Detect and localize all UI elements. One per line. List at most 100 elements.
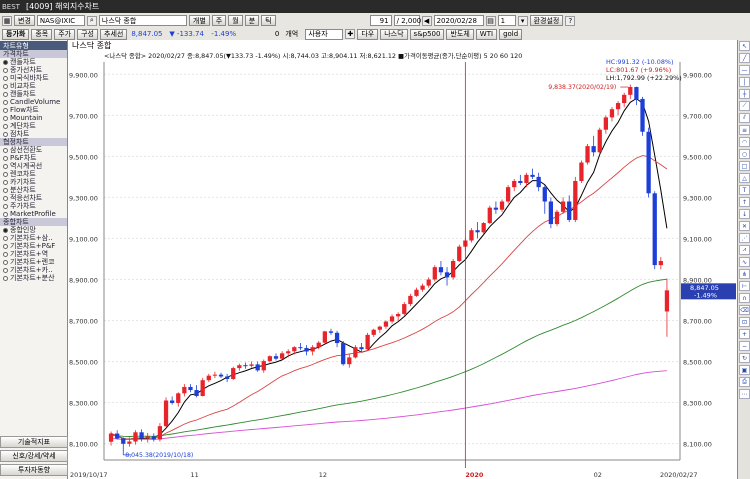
more-tool-icon[interactable]: ⋯ (739, 389, 750, 399)
radio-icon[interactable] (3, 203, 8, 209)
radio-icon[interactable] (3, 75, 8, 81)
magnet-tool-icon[interactable]: ∩ (739, 293, 750, 303)
chart-type-item[interactable]: 분산차트 (0, 186, 67, 194)
quick-semiconductor[interactable]: 반도체 (446, 28, 474, 40)
chart-type-item[interactable]: MarketProfile (0, 210, 67, 218)
chevron-down-icon[interactable]: ▾ (517, 15, 528, 26)
radio-icon[interactable] (3, 275, 8, 281)
radio-icon[interactable] (3, 171, 8, 177)
pointer-tool-icon[interactable]: ↖ (739, 41, 750, 51)
lock-input[interactable]: 1 (497, 15, 516, 26)
radio-icon[interactable] (3, 267, 8, 273)
vline-tool-icon[interactable]: │ (739, 77, 750, 87)
chart-type-item[interactable]: 종가선차트 (0, 66, 67, 74)
text-tool-icon[interactable]: T (739, 185, 750, 195)
tab-tick[interactable]: 틱 (261, 15, 276, 26)
chart-type-item[interactable]: Mountain (0, 114, 67, 122)
quick-dow[interactable]: 다우 (357, 28, 379, 40)
chart-type-item[interactable]: 기본차트+카.. (0, 266, 67, 274)
chart-type-item[interactable]: 기본차트+역 (0, 250, 67, 258)
line-tool-icon[interactable]: ╱ (739, 53, 750, 63)
quick-gold[interactable]: gold (499, 28, 523, 40)
chart-type-item[interactable]: 점차트 (0, 130, 67, 138)
radio-icon[interactable] (3, 163, 8, 169)
triangle-tool-icon[interactable]: △ (739, 173, 750, 183)
individual-button[interactable]: 개별 (188, 15, 210, 26)
tab-week[interactable]: 주 (211, 15, 227, 26)
candlestick-chart[interactable]: <나스닥 종합> 2020/02/27 종:8,847.05(▼133.73 -… (68, 50, 737, 479)
radio-icon[interactable] (3, 227, 8, 233)
arc-tool-icon[interactable]: ◠ (739, 137, 750, 147)
chart-type-item[interactable]: 렌코차트 (0, 170, 67, 178)
speed-tool-icon[interactable]: ⋰ (739, 233, 750, 243)
channel-tool-icon[interactable]: ⫽ (739, 113, 750, 123)
radio-icon[interactable] (3, 211, 8, 217)
gann-tool-icon[interactable]: ✕ (739, 221, 750, 231)
radio-icon[interactable] (3, 147, 8, 153)
chart-type-item[interactable]: 기본차트+분산 (0, 274, 67, 282)
quick-nasdaq[interactable]: 나스닥 (380, 28, 408, 40)
chart-type-item[interactable]: 캔들차트 (0, 90, 67, 98)
save-tool-icon[interactable]: ▣ (739, 365, 750, 375)
radio-icon[interactable] (3, 235, 8, 241)
calendar-icon[interactable]: ▤ (485, 15, 496, 26)
circle-tool-icon[interactable]: ○ (739, 149, 750, 159)
radio-icon[interactable] (3, 107, 8, 113)
price-button[interactable]: 주가 (54, 28, 76, 40)
chart-type-item[interactable]: 계단차트 (0, 122, 67, 130)
eraser-tool-icon[interactable]: ⌫ (739, 305, 750, 315)
stock-button[interactable]: 종목 (31, 28, 53, 40)
zoom-in-tool-icon[interactable]: + (739, 329, 750, 339)
chart-type-item[interactable]: 미국식바차트 (0, 74, 67, 82)
chart-type-item[interactable]: 적응선차트 (0, 194, 67, 202)
question-icon[interactable]: ? (565, 15, 576, 26)
chart-type-item[interactable]: 기본차트+P&F (0, 242, 67, 250)
chart-type-item[interactable]: 기본차트+렌코 (0, 258, 67, 266)
chart-type-item[interactable]: Flow차트 (0, 106, 67, 114)
radio-icon[interactable] (3, 187, 8, 193)
radio-icon[interactable] (3, 243, 8, 249)
date-input[interactable]: 2020/02/28 (433, 15, 484, 26)
radio-icon[interactable] (3, 91, 8, 97)
radio-icon[interactable] (3, 195, 8, 201)
grid-icon[interactable]: ▦ (2, 15, 12, 26)
ruler-tool-icon[interactable]: ⊢ (739, 281, 750, 291)
signal-button[interactable]: 신호/강세/약세 (0, 450, 68, 462)
radio-icon[interactable] (3, 179, 8, 185)
tab-month[interactable]: 월 (228, 15, 243, 26)
zoom-out-tool-icon[interactable]: − (739, 341, 750, 351)
arrow-down-tool-icon[interactable]: ↓ (739, 209, 750, 219)
tab-minute[interactable]: 분 (244, 15, 260, 26)
trendline-button[interactable]: 추세선 (100, 28, 128, 40)
change-button[interactable]: 변경 (14, 15, 35, 26)
wave-tool-icon[interactable]: ∿ (739, 257, 750, 267)
cross-tool-icon[interactable]: ┼ (739, 89, 750, 99)
chart-type-item[interactable]: 카기차트 (0, 178, 67, 186)
chart-type-item[interactable]: P&F차트 (0, 154, 67, 162)
code-input[interactable]: NAS@IXIC (36, 15, 85, 26)
radio-icon[interactable] (3, 83, 8, 89)
search-icon[interactable]: ⌕ (86, 15, 97, 26)
chart-type-item[interactable]: 종합인망 (0, 226, 67, 234)
arrow-up-tool-icon[interactable]: ↑ (739, 197, 750, 207)
radio-icon[interactable] (3, 115, 8, 121)
radio-icon[interactable] (3, 99, 8, 105)
fib-tool-icon[interactable]: ≡ (739, 125, 750, 135)
chart-type-item[interactable]: 주가차트 (0, 202, 67, 210)
compose-button[interactable]: 구성 (77, 28, 98, 40)
trend-tool-icon[interactable]: ⟋ (739, 101, 750, 111)
chart-type-item[interactable]: 역시계곡선 (0, 162, 67, 170)
quick-wti[interactable]: WTI (475, 28, 498, 40)
investor-trend-button[interactable]: 투자자동향 (0, 464, 68, 476)
chart-type-item[interactable]: 비교차트 (0, 82, 67, 90)
radio-icon[interactable] (3, 67, 8, 73)
chart-type-item[interactable]: CandleVolume (0, 98, 67, 106)
radio-icon[interactable] (3, 259, 8, 265)
radio-icon[interactable] (3, 155, 8, 161)
lock-tool-icon[interactable]: ⊡ (739, 317, 750, 327)
chart-area[interactable]: 나스닥 종합 <나스닥 종합> 2020/02/27 종:8,847.05(▼1… (68, 40, 737, 479)
chart-type-item[interactable]: 캔들차트 (0, 58, 67, 66)
count-input[interactable]: 91 (369, 15, 392, 26)
radio-icon[interactable] (3, 251, 8, 257)
rect-tool-icon[interactable]: □ (739, 161, 750, 171)
